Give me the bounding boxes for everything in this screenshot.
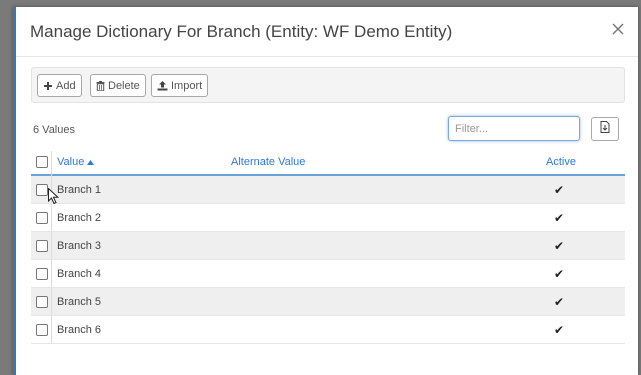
column-divider <box>51 232 52 259</box>
select-all-checkbox[interactable] <box>36 156 48 168</box>
column-divider <box>51 151 52 176</box>
cell-value: Branch 6 <box>57 324 102 336</box>
add-button[interactable]: Add <box>37 74 82 97</box>
row-checkbox[interactable] <box>36 240 48 252</box>
toolbar: Add Delete Import <box>31 67 625 103</box>
table-row[interactable]: Branch 1 ✔ <box>31 176 625 204</box>
cell-value: Branch 5 <box>57 296 102 308</box>
trash-icon <box>96 80 105 91</box>
table-row[interactable]: Branch 3 ✔ <box>31 232 625 260</box>
column-divider <box>51 316 52 343</box>
column-header-alternate-value[interactable]: Alternate Value <box>231 156 305 168</box>
table-row[interactable]: Branch 5 ✔ <box>31 288 625 316</box>
mouse-pointer-icon <box>48 187 60 210</box>
table-row[interactable]: Branch 2 ✔ <box>31 204 625 232</box>
export-button[interactable] <box>591 117 619 141</box>
column-divider <box>51 260 52 287</box>
column-header-value[interactable]: Value <box>57 156 95 168</box>
dialog-header: Manage Dictionary For Branch (Entity: WF… <box>16 7 638 57</box>
column-header-active[interactable]: Active <box>546 156 576 168</box>
sort-ascending-icon <box>87 156 95 168</box>
cell-value: Branch 2 <box>57 212 102 224</box>
table-row[interactable]: Branch 4 ✔ <box>31 260 625 288</box>
row-checkbox[interactable] <box>36 184 48 196</box>
upload-icon <box>157 80 168 91</box>
grid-header: Value Alternate Value Active <box>31 151 625 176</box>
dialog-title: Manage Dictionary For Branch (Entity: WF… <box>30 22 453 41</box>
dictionary-grid: Value Alternate Value Active Branch 1 ✔ … <box>31 151 625 344</box>
import-button[interactable]: Import <box>151 74 209 97</box>
manage-dictionary-dialog: Manage Dictionary For Branch (Entity: WF… <box>13 7 638 375</box>
add-button-label: Add <box>56 79 76 92</box>
column-header-value-label: Value <box>57 156 85 168</box>
filter-input[interactable] <box>448 116 580 141</box>
row-checkbox[interactable] <box>36 324 48 336</box>
plus-icon <box>43 81 53 91</box>
import-button-label: Import <box>171 79 203 92</box>
active-check-icon: ✔ <box>554 323 565 337</box>
values-count: 6 Values <box>33 124 75 136</box>
cell-value: Branch 4 <box>57 268 102 280</box>
row-checkbox[interactable] <box>36 212 48 224</box>
delete-button-label: Delete <box>108 79 140 92</box>
row-checkbox[interactable] <box>36 296 48 308</box>
cell-value: Branch 3 <box>57 240 102 252</box>
cell-value: Branch 1 <box>57 184 102 196</box>
table-row[interactable]: Branch 6 ✔ <box>31 316 625 344</box>
delete-button[interactable]: Delete <box>90 74 146 97</box>
close-icon[interactable] <box>608 19 628 39</box>
active-check-icon: ✔ <box>554 183 565 197</box>
export-file-icon <box>600 120 610 138</box>
active-check-icon: ✔ <box>554 211 565 225</box>
column-divider <box>51 288 52 315</box>
active-check-icon: ✔ <box>554 295 565 309</box>
row-checkbox[interactable] <box>36 268 48 280</box>
active-check-icon: ✔ <box>554 267 565 281</box>
active-check-icon: ✔ <box>554 239 565 253</box>
